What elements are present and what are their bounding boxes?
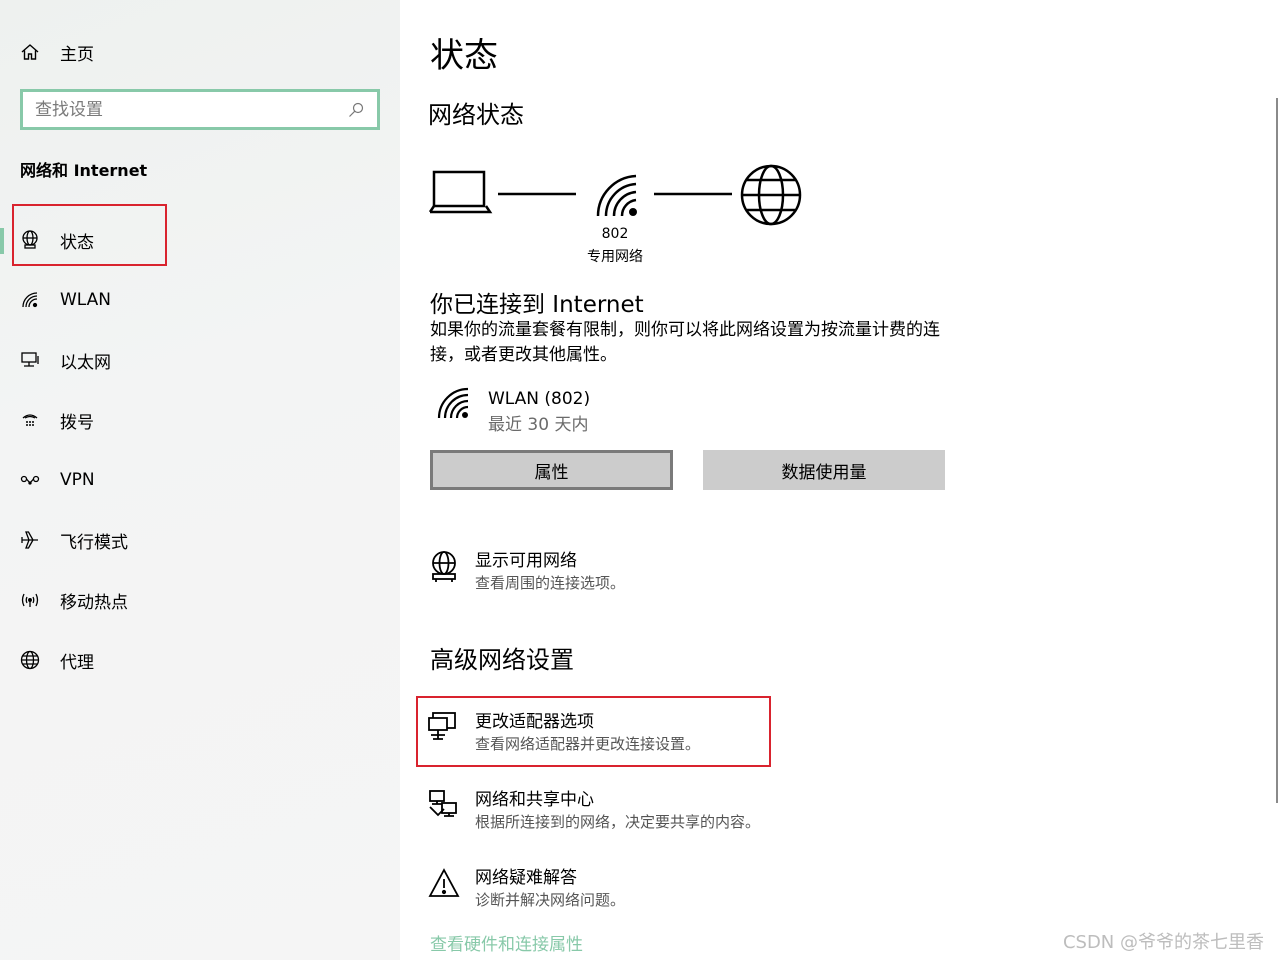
warning-icon <box>428 868 460 897</box>
sidebar-item-label: VPN <box>60 470 95 490</box>
connected-description: 如果你的流量套餐有限制，则你可以将此网络设置为按流量计费的连接，或者更改其他属性… <box>430 320 940 365</box>
wifi-icon <box>20 290 40 310</box>
dialup-icon <box>20 410 40 430</box>
network-status-title: 网络状态 <box>428 101 524 129</box>
sidebar: 主页 网络和 Internet 状态 WLAN 以太网 <box>0 0 400 960</box>
vpn-icon <box>20 470 40 490</box>
adapter-title: 更改适配器选项 <box>475 712 594 732</box>
search-box[interactable] <box>20 89 380 130</box>
sidebar-item-proxy[interactable]: 代理 <box>0 630 400 690</box>
sidebar-item-hotspot[interactable]: 移动热点 <box>0 570 400 630</box>
show-networks-title: 显示可用网络 <box>475 551 577 571</box>
sidebar-item-label: 拨号 <box>60 412 94 433</box>
sidebar-item-label: 状态 <box>60 232 94 253</box>
sidebar-item-dialup[interactable]: 拨号 <box>0 390 400 450</box>
sidebar-item-vpn[interactable]: VPN <box>0 450 400 510</box>
hotspot-icon <box>20 590 40 610</box>
laptop-icon <box>428 170 493 214</box>
sidebar-item-label: 飞行模式 <box>60 532 128 553</box>
search-input[interactable] <box>35 99 347 120</box>
globe-status-icon <box>20 230 40 250</box>
adapter-sub: 查看网络适配器并更改连接设置。 <box>475 735 701 753</box>
sharing-center-icon <box>429 790 457 817</box>
data-usage-button[interactable]: 数据使用量 <box>703 450 945 490</box>
show-networks-link[interactable]: 显示可用网络 查看周围的连接选项。 <box>428 550 625 594</box>
sidebar-item-ethernet[interactable]: 以太网 <box>0 330 400 390</box>
sharing-center-link[interactable]: 网络和共享中心 根据所连接到的网络，决定要共享的内容。 <box>428 789 760 833</box>
sidebar-item-label: WLAN <box>60 290 112 310</box>
watermark: CSDN @爷爷的茶七里香 <box>1062 932 1264 953</box>
sidebar-item-status[interactable]: 状态 <box>0 210 400 270</box>
hardware-properties-link[interactable]: 查看硬件和连接属性 <box>430 930 583 955</box>
scrollbar[interactable] <box>1276 98 1278 803</box>
home-link[interactable]: 主页 <box>20 38 94 66</box>
ethernet-icon <box>20 350 40 370</box>
wifi-icon <box>596 174 637 217</box>
network-diagram: 802 专用网络 <box>428 160 808 270</box>
troubleshoot-sub: 诊断并解决网络问题。 <box>475 891 626 909</box>
show-networks-sub: 查看周围的连接选项。 <box>475 574 626 592</box>
change-adapter-link[interactable]: 更改适配器选项 查看网络适配器并更改连接设置。 <box>428 711 700 755</box>
globe-icon <box>20 650 40 670</box>
advanced-settings-title: 高级网络设置 <box>430 646 574 674</box>
wifi-icon <box>437 387 469 419</box>
section-title: 网络和 Internet <box>20 161 148 180</box>
troubleshoot-link[interactable]: 网络疑难解答 诊断并解决网络问题。 <box>428 867 625 911</box>
main-content: 状态 网络状态 802 专用网络 你已连接到 Internet 如果你的流量套餐… <box>400 0 1280 960</box>
sharing-sub: 根据所连接到的网络，决定要共享的内容。 <box>475 813 761 831</box>
network-profile-label: 专用网络 <box>587 249 643 265</box>
troubleshoot-title: 网络疑难解答 <box>475 868 577 888</box>
connected-title: 你已连接到 Internet <box>430 292 644 318</box>
airplane-icon <box>20 530 40 550</box>
sidebar-item-label: 代理 <box>60 652 94 673</box>
home-icon <box>21 44 39 60</box>
sidebar-nav: 状态 WLAN 以太网 拨号 VPN 飞行模式 移动热点 代理 <box>0 210 400 690</box>
properties-button[interactable]: 属性 <box>430 450 673 490</box>
globe-network-icon <box>432 551 456 582</box>
sidebar-item-wlan[interactable]: WLAN <box>0 270 400 330</box>
page-title: 状态 <box>430 36 498 76</box>
adapter-icon <box>428 712 456 740</box>
sidebar-item-label: 以太网 <box>60 352 111 373</box>
globe-icon <box>740 164 802 226</box>
sharing-title: 网络和共享中心 <box>475 790 594 810</box>
connection-subtitle: 最近 30 天内 <box>488 415 589 435</box>
home-label: 主页 <box>60 44 94 65</box>
connection-row: WLAN (802) 最近 30 天内 <box>436 386 590 438</box>
connection-name: WLAN (802) <box>488 389 591 409</box>
sidebar-item-airplane[interactable]: 飞行模式 <box>0 510 400 570</box>
ssid-label: 802 <box>601 226 629 242</box>
search-icon[interactable] <box>347 101 365 119</box>
sidebar-item-label: 移动热点 <box>60 592 128 613</box>
